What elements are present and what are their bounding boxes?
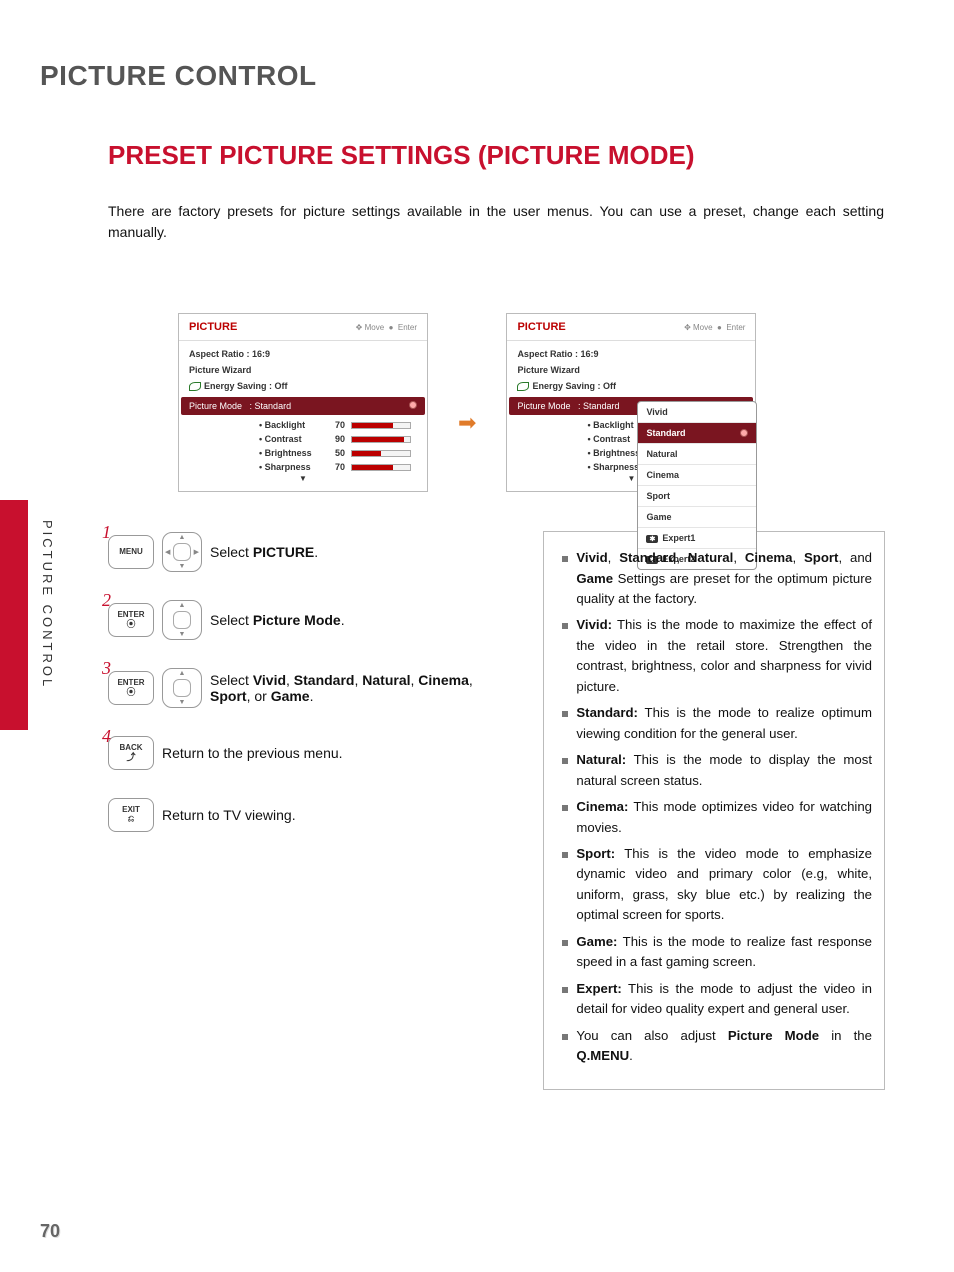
step-number: 1 (102, 522, 111, 543)
desc-item: Natural: This is the mode to display the… (562, 750, 872, 791)
step-number: 3 (102, 658, 111, 679)
desc-item: Cinema: This mode optimizes video for wa… (562, 797, 872, 838)
desc-item: You can also adjust Picture Mode in the … (562, 1026, 872, 1067)
step-text: Select Picture Mode. (210, 612, 514, 628)
slider-label: • Brightness (259, 448, 321, 458)
mode-option-natural[interactable]: Natural (638, 444, 756, 465)
slider-bar[interactable] (351, 422, 411, 429)
slider-row: • Sharpness 70 (259, 460, 417, 474)
move-icon: ✥ (684, 323, 691, 332)
desc-item: Vivid: This is the mode to maximize the … (562, 615, 872, 697)
select-dot-icon (740, 429, 748, 437)
energy-line: Energy Saving : Off (189, 378, 417, 394)
mode-option-vivid[interactable]: Vivid (638, 402, 756, 423)
desc-item: Expert: This is the mode to adjust the v… (562, 979, 872, 1020)
expert-badge-icon: ✱ (646, 535, 658, 543)
step-text: Return to the previous menu. (162, 745, 514, 761)
mode-option-standard[interactable]: Standard (638, 423, 756, 444)
slider-row: • Brightness 50 (259, 446, 417, 460)
mode-option-game[interactable]: Game (638, 507, 756, 528)
step-row: 1MENU▲▼◀▶Select PICTURE. (108, 532, 514, 572)
step-row: 2ENTER⦿▲▼Select Picture Mode. (108, 600, 514, 640)
osd-panel-after: PICTURE ✥ Move ● Enter Aspect Ratio : 16… (506, 313, 756, 492)
dpad-icon[interactable]: ▲▼ (162, 668, 202, 708)
step-text: Select PICTURE. (210, 544, 514, 560)
slider-bar[interactable] (351, 436, 411, 443)
slider-value: 70 (327, 420, 345, 430)
enter-button[interactable]: ENTER⦿ (108, 671, 154, 705)
step-text: Return to TV viewing. (162, 807, 514, 823)
osd-panel-before: PICTURE ✥ Move ● Enter Aspect Ratio : 16… (178, 313, 428, 492)
aspect-line: Aspect Ratio : 16:9 (517, 346, 745, 362)
mode-option-sport[interactable]: Sport (638, 486, 756, 507)
step-row: 4BACK⤴Return to the previous menu. (108, 736, 514, 770)
osd-title: PICTURE (517, 321, 565, 333)
osd-title: PICTURE (189, 321, 237, 333)
slider-bar[interactable] (351, 464, 411, 471)
back-button[interactable]: BACK⤴ (108, 736, 154, 770)
side-tab (0, 500, 28, 730)
slider-row: • Backlight 70 (259, 418, 417, 432)
page-title: PICTURE CONTROL (40, 60, 884, 92)
wizard-line: Picture Wizard (189, 362, 417, 378)
step-number: 4 (102, 726, 111, 747)
exit-button[interactable]: EXIT⎌ (108, 798, 154, 832)
step-row: 3ENTER⦿▲▼Select Vivid, Standard, Natural… (108, 668, 514, 708)
wizard-line: Picture Wizard (517, 362, 745, 378)
desc-item: Sport: This is the video mode to emphasi… (562, 844, 872, 926)
desc-item: Vivid, Standard, Natural, Cinema, Sport,… (562, 548, 872, 609)
slider-value: 50 (327, 448, 345, 458)
slider-label: • Sharpness (259, 462, 321, 472)
select-dot-icon (409, 401, 417, 409)
dpad-icon[interactable]: ▲▼◀▶ (162, 532, 202, 572)
steps-list: 1MENU▲▼◀▶Select PICTURE.2ENTER⦿▲▼Select … (108, 532, 514, 1088)
osd-hint: ✥ Move ● Enter (356, 323, 417, 332)
arrow-right-icon: ➡ (458, 410, 476, 436)
slider-label: • Contrast (259, 434, 321, 444)
move-icon: ✥ (356, 323, 363, 332)
slider-value: 90 (327, 434, 345, 444)
step-row: EXIT⎌ Return to TV viewing. (108, 798, 514, 832)
description-box: Vivid, Standard, Natural, Cinema, Sport,… (544, 532, 884, 1088)
slider-label: • Backlight (259, 420, 321, 430)
leaf-icon (517, 382, 529, 391)
dpad-icon[interactable]: ▲▼ (162, 600, 202, 640)
step-text: Select Vivid, Standard, Natural, Cinema,… (210, 672, 514, 704)
page-number: 70 (40, 1221, 60, 1242)
slider-bar[interactable] (351, 450, 411, 457)
desc-item: Standard: This is the mode to realize op… (562, 703, 872, 744)
slider-value: 70 (327, 462, 345, 472)
side-label: PICTURE CONTROL (40, 520, 55, 689)
slider-row: • Contrast 90 (259, 432, 417, 446)
down-caret-icon: ▼ (189, 474, 417, 483)
enter-button[interactable]: ENTER⦿ (108, 603, 154, 637)
menu-button[interactable]: MENU (108, 535, 154, 569)
step-number: 2 (102, 590, 111, 611)
osd-hint: ✥ Move ● Enter (684, 323, 745, 332)
mode-row-selected[interactable]: Picture Mode : Standard (181, 397, 425, 415)
desc-item: Game: This is the mode to realize fast r… (562, 932, 872, 973)
mode-option-cinema[interactable]: Cinema (638, 465, 756, 486)
intro-text: There are factory presets for picture se… (108, 201, 884, 243)
section-title: PRESET PICTURE SETTINGS (PICTURE MODE) (108, 140, 884, 171)
mode-option-expert1[interactable]: ✱Expert1 (638, 528, 756, 549)
energy-line: Energy Saving : Off (517, 378, 745, 394)
mode-dropdown[interactable]: VividStandardNaturalCinemaSportGame✱Expe… (637, 401, 757, 570)
aspect-line: Aspect Ratio : 16:9 (189, 346, 417, 362)
leaf-icon (189, 382, 201, 391)
